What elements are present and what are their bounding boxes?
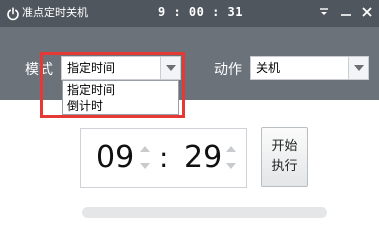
mode-dropdown-list: 指定时间 倒计时 [62,80,179,115]
hours-increment-button[interactable] [138,143,152,155]
close-button[interactable] [359,4,375,20]
arrow-up-icon [226,146,236,152]
start-button-label-line-2: 执行 [271,159,298,174]
action-label: 动作 [214,62,242,78]
minutes-increment-button[interactable] [224,143,238,155]
menu-icon [320,8,328,15]
arrow-down-icon [140,163,150,169]
arrow-up-icon [140,146,150,152]
app-title: 准点定时关机 [22,6,88,19]
minimize-icon [341,14,351,16]
title-bar: 准点定时关机 9 : 00 : 31 [0,0,379,27]
time-input: 09 : 29 [80,128,247,188]
mode-option-specified-time[interactable]: 指定时间 [67,82,115,98]
action-select[interactable]: 关机 [250,56,369,80]
power-icon [6,6,20,21]
close-icon [362,7,372,17]
mode-option-countdown[interactable]: 倒计时 [67,98,103,114]
arrow-down-icon [226,163,236,169]
hours-decrement-button[interactable] [138,160,152,172]
action-selected-value: 关机 [256,61,281,75]
menu-button[interactable] [316,4,332,20]
current-time: 9 : 00 : 31 [158,5,243,19]
action-dropdown-button[interactable] [348,57,368,79]
chevron-down-icon [354,65,364,71]
minutes-field[interactable]: 29 [184,139,222,177]
start-button-label-line-1: 开始 [271,139,298,154]
hours-field[interactable]: 09 [96,139,134,177]
start-button[interactable]: 开始 执行 [261,127,308,187]
minimize-button[interactable] [338,4,354,20]
time-separator: : [159,141,169,174]
minutes-decrement-button[interactable] [224,160,238,172]
progress-bar [82,207,327,218]
